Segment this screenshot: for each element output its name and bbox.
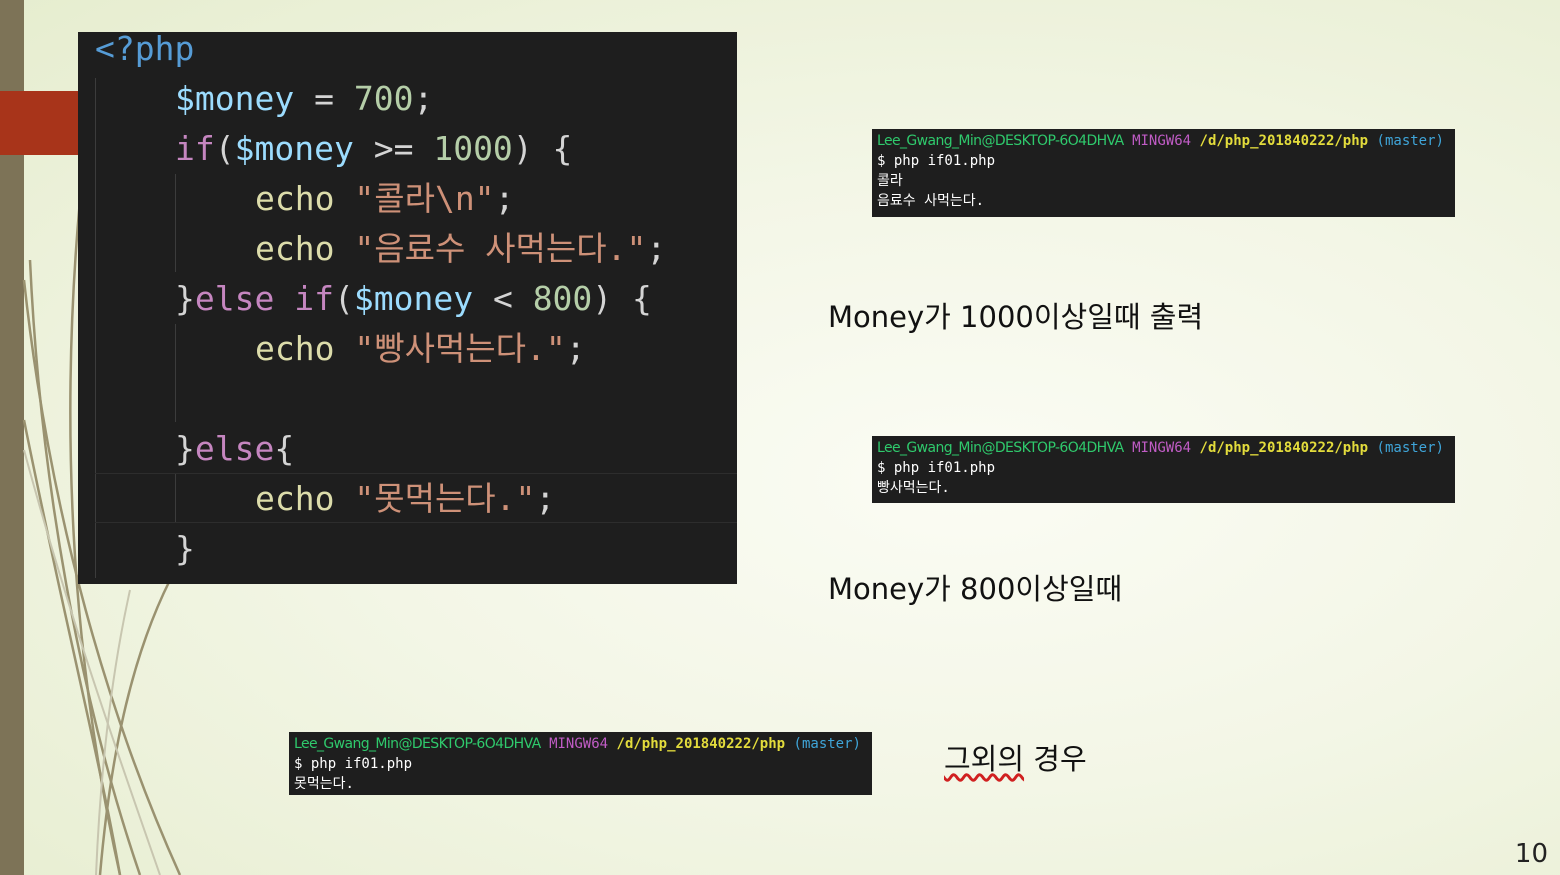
code-line-10: echo "못먹는다."; [255, 474, 555, 524]
terminal-output-line: 콜라 [877, 173, 903, 189]
code-editor: <?php $money = 700; if($money >= 1000) {… [78, 32, 737, 584]
code-keyword: if [294, 279, 334, 318]
code-function: echo [255, 179, 335, 218]
terminal-output-3: Lee_Gwang_Min@DESKTOP-6O4DHVA MINGW64 /d… [289, 732, 872, 795]
caption-otherwise: 그외의 경우 [944, 736, 1087, 778]
terminal-prompt: Lee_Gwang_Min@DESKTOP-6O4DHVA MINGW64 /d… [294, 734, 867, 754]
terminal-prompt: Lee_Gwang_Min@DESKTOP-6O4DHVA MINGW64 /d… [877, 438, 1450, 458]
code-number: 700 [353, 79, 414, 118]
terminal-branch: (master) [793, 736, 861, 752]
code-punct: ; [494, 179, 515, 218]
caption-otherwise-rest: 경우 [1024, 742, 1087, 776]
terminal-command: $ php if01.php [877, 460, 996, 476]
indent-guide [175, 324, 176, 422]
indent-guide [175, 174, 176, 272]
code-line-4: echo "콜라\n"; [255, 174, 514, 224]
terminal-path: /d/php_201840222/php [616, 736, 786, 752]
code-string: "빵사먹는다." [354, 329, 566, 368]
code-line-5: echo "음료수 사먹는다."; [255, 224, 666, 274]
terminal-user: Lee_Gwang_Min@DESKTOP-6O4DHVA [877, 133, 1124, 149]
code-line-7: echo "빵사먹는다."; [255, 324, 586, 374]
terminal-user: Lee_Gwang_Min@DESKTOP-6O4DHVA [294, 736, 541, 752]
code-line-3: if($money >= 1000) { [175, 124, 572, 174]
php-open-tag: <?php [95, 32, 195, 68]
code-punct: ; [413, 79, 434, 118]
terminal-path: /d/php_201840222/php [1199, 440, 1369, 456]
code-keyword: if [175, 129, 215, 168]
caption-money-800: Money가 800이상일때 [828, 572, 1123, 606]
terminal-output-line: 음료수 사먹는다. [877, 193, 985, 209]
terminal-branch: (master) [1376, 440, 1444, 456]
code-string: "콜라\n" [354, 179, 495, 218]
code-keyword: else [194, 279, 275, 318]
code-punct: ) { [512, 129, 573, 168]
terminal-command: $ php if01.php [294, 756, 413, 772]
code-function: echo [255, 479, 335, 518]
code-keyword: else [194, 429, 275, 468]
code-punct: ( [333, 279, 354, 318]
code-line-11: } [175, 524, 195, 574]
terminal-branch: (master) [1376, 133, 1444, 149]
code-punct: { [274, 429, 295, 468]
code-number: 1000 [433, 129, 513, 168]
code-punct: ) { [592, 279, 652, 318]
terminal-user: Lee_Gwang_Min@DESKTOP-6O4DHVA [877, 440, 1124, 456]
terminal-host: MINGW64 [549, 736, 609, 752]
code-variable: $money [353, 279, 474, 318]
code-string: "못먹는다." [354, 479, 536, 518]
code-variable: $money [234, 129, 354, 168]
code-punct: } [175, 279, 195, 318]
caption-otherwise-underlined: 그외의 [944, 742, 1025, 776]
code-punct: ; [565, 329, 586, 368]
code-line-1: <?php [95, 32, 194, 74]
code-operator: = [294, 79, 354, 118]
code-string: "음료수 사먹는다." [354, 229, 647, 268]
code-line-6: }else if($money < 800) { [175, 274, 652, 324]
terminal-host: MINGW64 [1132, 440, 1192, 456]
code-punct: ( [214, 129, 235, 168]
code-variable: $money [175, 79, 295, 118]
code-function: echo [255, 229, 335, 268]
terminal-prompt: Lee_Gwang_Min@DESKTOP-6O4DHVA MINGW64 /d… [877, 131, 1450, 151]
code-punct: ; [646, 229, 667, 268]
terminal-output-2: Lee_Gwang_Min@DESKTOP-6O4DHVA MINGW64 /d… [872, 436, 1455, 503]
code-operator: >= [353, 129, 434, 168]
code-punct: ; [535, 479, 556, 518]
terminal-path: /d/php_201840222/php [1199, 133, 1369, 149]
code-line-9: }else{ [175, 424, 294, 474]
terminal-host: MINGW64 [1132, 133, 1192, 149]
caption-money-1000: Money가 1000이상일때 출력 [828, 300, 1204, 334]
code-number: 800 [532, 279, 593, 318]
terminal-command: $ php if01.php [877, 153, 996, 169]
code-operator: < [473, 279, 533, 318]
code-function: echo [255, 329, 335, 368]
code-punct: } [175, 529, 195, 568]
terminal-output-1: Lee_Gwang_Min@DESKTOP-6O4DHVA MINGW64 /d… [872, 129, 1455, 217]
page-number: 10 [1514, 839, 1548, 869]
code-punct: } [175, 429, 195, 468]
terminal-output-line: 빵사먹는다. [877, 480, 950, 496]
terminal-output-line: 못먹는다. [294, 776, 354, 792]
code-line-2: $money = 700; [175, 74, 433, 124]
